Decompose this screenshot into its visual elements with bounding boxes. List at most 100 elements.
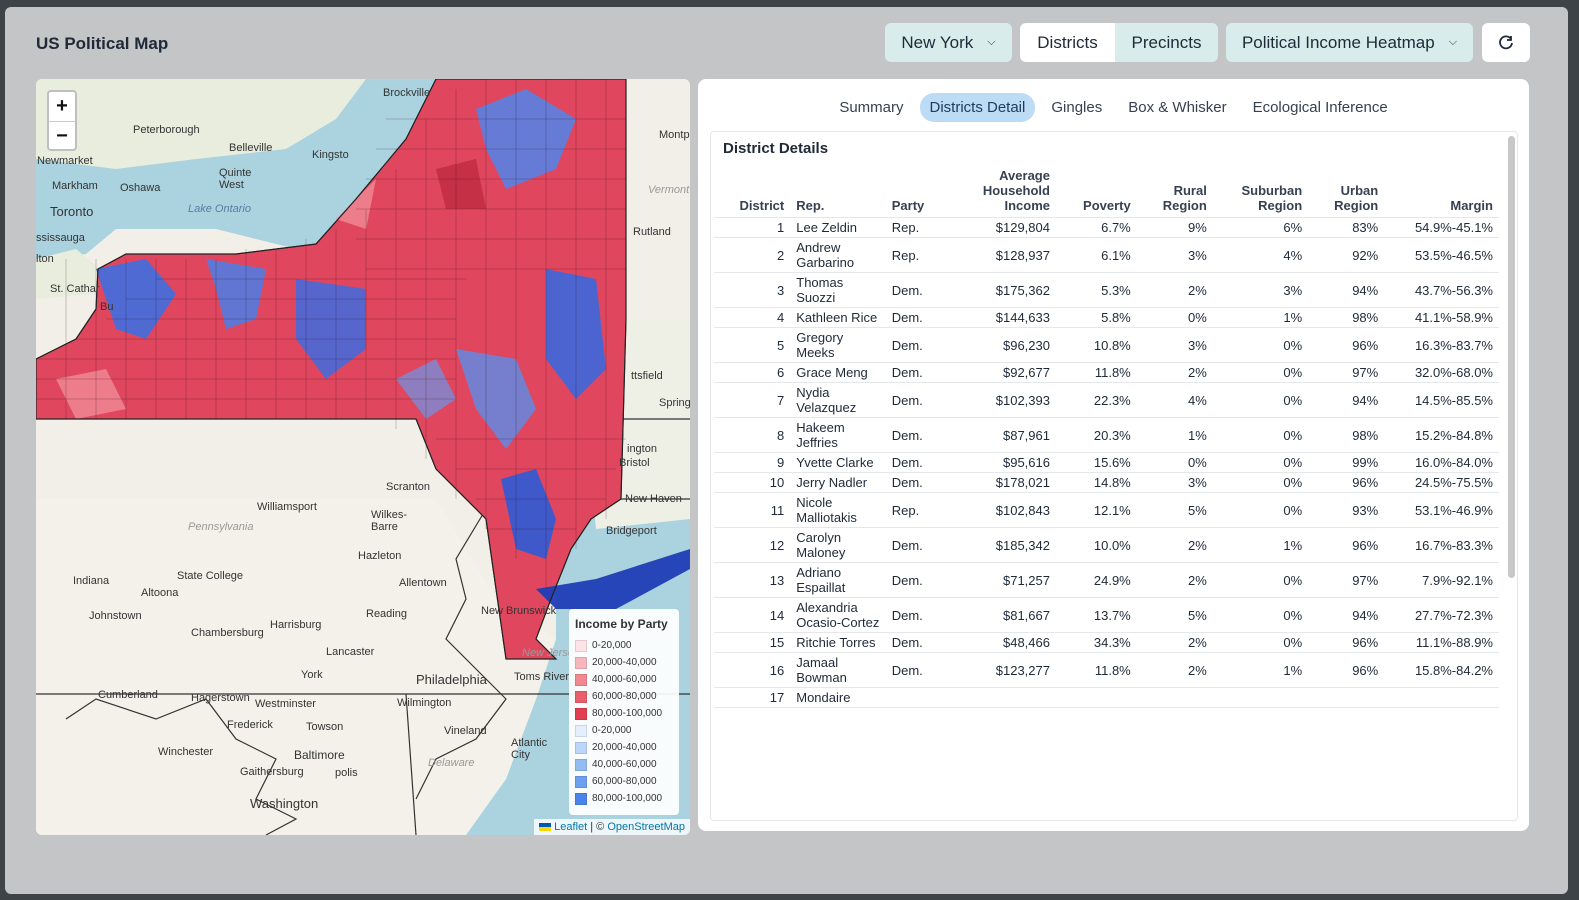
column-header[interactable]: Rep. bbox=[790, 164, 886, 218]
table-cell bbox=[1308, 687, 1385, 708]
table-row[interactable]: 17 Mondaire bbox=[714, 687, 1499, 708]
table-cell: Dem. bbox=[885, 327, 952, 363]
table-cell: 10 bbox=[714, 472, 791, 493]
table-row[interactable]: 12 Carolyn Maloney Dem. $185,342 10.0% 2% 1% 96… bbox=[714, 527, 1499, 563]
table-cell: 14 bbox=[714, 597, 791, 633]
table-row[interactable]: 13 Adriano Espaillat Dem. $71,257 24.9% 2% 0% 9… bbox=[714, 562, 1499, 598]
map-label: Indiana bbox=[73, 575, 110, 587]
tab-gingles[interactable]: Gingles bbox=[1041, 93, 1112, 122]
map-label: lton bbox=[36, 253, 54, 265]
table-row[interactable]: 9 Yvette Clarke Dem. $95,616 15.6% 0% 0% 99% 16.… bbox=[714, 452, 1499, 473]
table-cell: 0% bbox=[1212, 362, 1309, 383]
table-row[interactable]: 2 Andrew Garbarino Rep. $128,937 6.1% 3% 4% 92%… bbox=[714, 237, 1499, 273]
table-cell: 5% bbox=[1136, 492, 1213, 528]
table-cell: 24.5%-75.5% bbox=[1384, 472, 1499, 493]
map-label: Chambersburg bbox=[191, 627, 264, 639]
districts-toggle-button[interactable]: Districts bbox=[1020, 23, 1115, 62]
table-cell: 15.2%-84.8% bbox=[1384, 417, 1499, 453]
granularity-toggle: Districts Precincts bbox=[1020, 23, 1218, 62]
column-header[interactable]: Suburban Region bbox=[1212, 164, 1309, 218]
table-cell: Dem. bbox=[885, 382, 952, 418]
zoom-out-button[interactable]: − bbox=[49, 122, 75, 151]
table-scrollbar[interactable] bbox=[1508, 136, 1515, 578]
column-header[interactable]: Rural Region bbox=[1136, 164, 1213, 218]
table-cell: 0% bbox=[1212, 417, 1309, 453]
tab-summary[interactable]: Summary bbox=[829, 93, 913, 122]
map-label: Markham bbox=[52, 180, 98, 192]
table-cell: 11 bbox=[714, 492, 791, 528]
map-label: Kingsto bbox=[312, 149, 349, 161]
state-dropdown[interactable]: New York ⌵ bbox=[885, 23, 1012, 62]
table-cell: 12 bbox=[714, 527, 791, 563]
tab-box-whisker[interactable]: Box & Whisker bbox=[1118, 93, 1236, 122]
table-cell: 99% bbox=[1308, 452, 1385, 473]
table-row[interactable]: 15 Ritchie Torres Dem. $48,466 34.3% 2% 0% 96% 1… bbox=[714, 632, 1499, 653]
legend-swatch bbox=[575, 707, 587, 720]
table-cell bbox=[951, 687, 1056, 708]
view-dropdown-label: Political Income Heatmap bbox=[1241, 32, 1435, 52]
table-cell: 7 bbox=[714, 382, 791, 418]
table-cell: 94% bbox=[1308, 382, 1385, 418]
table-container[interactable]: District Details District Rep. Party Averag… bbox=[710, 131, 1518, 821]
table-cell: 3 bbox=[714, 272, 791, 308]
table-cell: 94% bbox=[1308, 597, 1385, 633]
column-header[interactable]: Urban Region bbox=[1308, 164, 1385, 218]
table-row[interactable]: 14 Alexandria Ocasio-Cortez Dem. $81,667 13.… bbox=[714, 597, 1499, 633]
table-row[interactable]: 5 Gregory Meeks Dem. $96,230 10.8% 3% 0% 96% 16.… bbox=[714, 327, 1499, 363]
table-cell: Hakeem Jeffries bbox=[790, 417, 886, 453]
map-label: Montp bbox=[659, 129, 690, 141]
zoom-in-button[interactable]: + bbox=[49, 92, 75, 122]
legend-row: 60,000-80,000 bbox=[575, 773, 673, 790]
tab-ecological-inference[interactable]: Ecological Inference bbox=[1243, 93, 1398, 122]
leaflet-link[interactable]: Leaflet bbox=[554, 821, 587, 833]
table-cell: Dem. bbox=[885, 527, 952, 563]
map-label: Vineland bbox=[444, 725, 487, 737]
table-cell: Dem. bbox=[885, 362, 952, 383]
table-cell: 15.6% bbox=[1055, 452, 1137, 473]
table-cell: $123,277 bbox=[951, 652, 1056, 688]
refresh-button[interactable] bbox=[1482, 23, 1530, 62]
osm-link[interactable]: OpenStreetMap bbox=[607, 821, 685, 833]
tab-districts-detail[interactable]: Districts Detail bbox=[919, 93, 1036, 122]
table-cell: 10.0% bbox=[1055, 527, 1137, 563]
table-row[interactable]: 11 Nicole Malliotakis Rep. $102,843 12.1% 5% 0… bbox=[714, 492, 1499, 528]
table-cell: 2% bbox=[1136, 272, 1213, 308]
table-row[interactable]: 7 Nydia Velazquez Dem. $102,393 22.3% 4% 0% 94%… bbox=[714, 382, 1499, 418]
map-label: polis bbox=[335, 767, 358, 779]
legend-row: 80,000-100,000 bbox=[575, 705, 673, 722]
table-row[interactable]: 1 Lee Zeldin Rep. $129,804 6.7% 9% 6% 83% 54.9%-… bbox=[714, 217, 1499, 238]
table-cell: 1% bbox=[1136, 417, 1213, 453]
table-cell: 14.8% bbox=[1055, 472, 1137, 493]
pa-nj-land-shape bbox=[36, 499, 556, 835]
map-view[interactable]: Brockville Peterborough Belleville Kings… bbox=[36, 79, 690, 835]
map-label: Williamsport bbox=[257, 501, 317, 513]
column-header[interactable]: Margin bbox=[1384, 164, 1499, 218]
legend-label: 0-20,000 bbox=[592, 640, 632, 651]
table-row[interactable]: 6 Grace Meng Dem. $92,677 11.8% 2% 0% 97% 32.0%-… bbox=[714, 362, 1499, 383]
table-row[interactable]: 4 Kathleen Rice Dem. $144,633 5.8% 0% 1% 98% 41.… bbox=[714, 307, 1499, 328]
precincts-toggle-button[interactable]: Precincts bbox=[1115, 23, 1218, 62]
table-cell: $71,257 bbox=[951, 562, 1056, 598]
legend-swatch bbox=[575, 656, 587, 669]
table-cell: $92,677 bbox=[951, 362, 1056, 383]
table-cell: 3% bbox=[1212, 272, 1309, 308]
district-table: District Rep. Party Average Household Incom… bbox=[714, 164, 1499, 708]
table-row[interactable]: 10 Jerry Nadler Dem. $178,021 14.8% 3% 0% 96% 24… bbox=[714, 472, 1499, 493]
map-label: Hazleton bbox=[358, 550, 402, 562]
table-cell: 0% bbox=[1212, 472, 1309, 493]
table-cell: 0% bbox=[1212, 327, 1309, 363]
table-row[interactable]: 3 Thomas Suozzi Dem. $175,362 5.3% 2% 3% 94% 43.… bbox=[714, 272, 1499, 308]
column-header[interactable]: District bbox=[714, 164, 791, 218]
table-cell: Gregory Meeks bbox=[790, 327, 886, 363]
table-row[interactable]: 8 Hakeem Jeffries Dem. $87,961 20.3% 1% 0% 98% 1… bbox=[714, 417, 1499, 453]
column-header[interactable]: Average Household Income bbox=[951, 164, 1056, 218]
table-row[interactable]: 16 Jamaal Bowman Dem. $123,277 11.8% 2% 1% 96% 1… bbox=[714, 652, 1499, 688]
legend-label: 40,000-60,000 bbox=[592, 674, 657, 685]
column-header[interactable]: Party bbox=[885, 164, 952, 218]
legend-row: 20,000-40,000 bbox=[575, 654, 673, 671]
table-cell: 4 bbox=[714, 307, 791, 328]
column-header[interactable]: Poverty bbox=[1055, 164, 1137, 218]
view-dropdown[interactable]: Political Income Heatmap ⌵ bbox=[1226, 23, 1473, 62]
table-cell: 83% bbox=[1308, 217, 1385, 238]
map-label: Cumberland bbox=[98, 689, 158, 701]
